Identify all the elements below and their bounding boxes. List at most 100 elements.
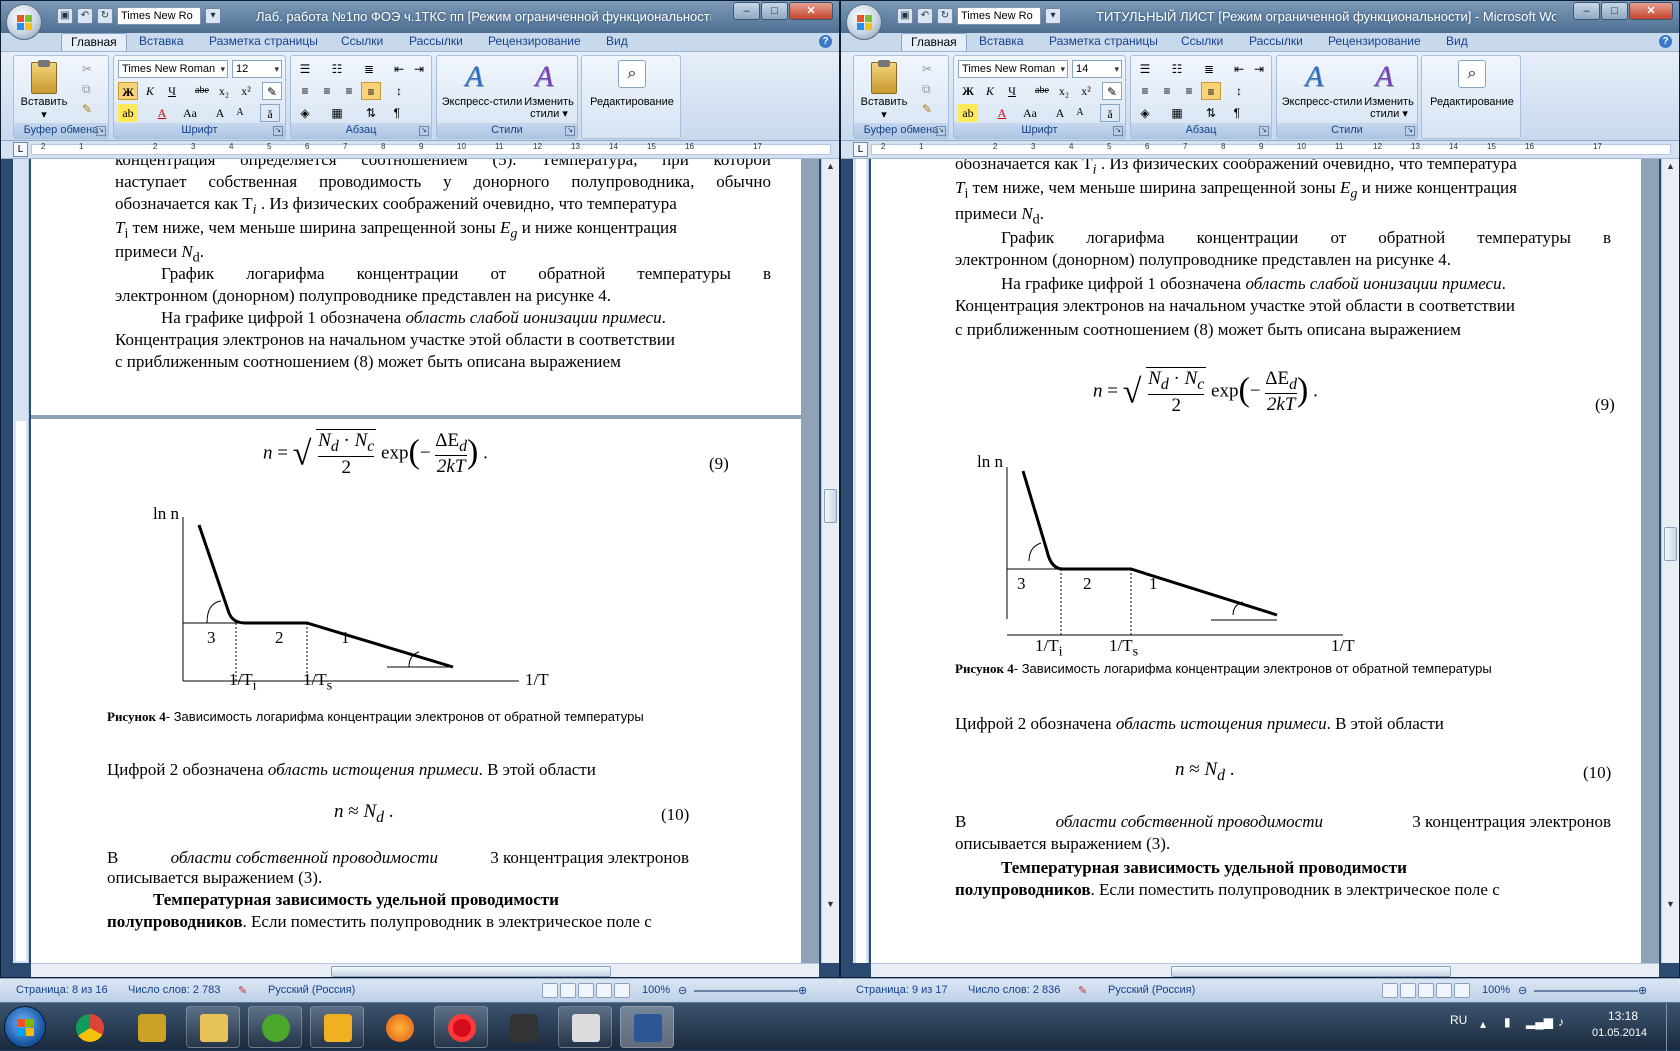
help-icon[interactable]: ? bbox=[819, 35, 832, 48]
taskbar-word[interactable] bbox=[620, 1006, 674, 1048]
bullets-icon[interactable]: ☰ bbox=[295, 60, 315, 78]
superscript-button[interactable]: x² bbox=[236, 82, 256, 100]
tab-home[interactable]: Главная bbox=[901, 33, 967, 53]
draft-icon[interactable] bbox=[1454, 983, 1470, 998]
taskbar-firefox[interactable] bbox=[372, 1006, 426, 1048]
dialog-launcher-icon[interactable]: ↘ bbox=[1405, 126, 1415, 136]
change-case-button[interactable]: Aa bbox=[180, 104, 200, 122]
scroll-thumb[interactable] bbox=[1664, 527, 1677, 561]
maximize-button[interactable]: □ bbox=[1601, 2, 1628, 20]
binoculars-icon[interactable]: ⌕ bbox=[1458, 60, 1486, 88]
status-page[interactable]: Страница: 9 из 17 bbox=[856, 984, 948, 996]
save-icon[interactable]: ▣ bbox=[57, 8, 73, 24]
paste-button[interactable]: Вставить ▾ bbox=[20, 60, 68, 122]
borders-icon[interactable]: ▦ bbox=[1167, 104, 1187, 122]
strikethrough-button[interactable]: abe bbox=[192, 82, 212, 100]
decrease-indent-icon[interactable]: ⇤ bbox=[389, 60, 409, 78]
tab-page-layout[interactable]: Разметка страницы bbox=[1049, 34, 1158, 48]
justify-icon[interactable]: ≡ bbox=[1201, 82, 1221, 100]
redo-icon[interactable]: ↻ bbox=[937, 8, 953, 24]
taskbar-explorer[interactable] bbox=[186, 1006, 240, 1048]
borders-icon[interactable]: ▦ bbox=[327, 104, 347, 122]
format-painter-icon[interactable]: ✎ bbox=[82, 100, 92, 118]
align-right-icon[interactable]: ≡ bbox=[1179, 82, 1199, 100]
underline-button[interactable]: Ч bbox=[1002, 82, 1022, 100]
sort-icon[interactable]: ⇅ bbox=[1201, 104, 1221, 122]
sort-icon[interactable]: ⇅ bbox=[361, 104, 381, 122]
web-layout-icon[interactable] bbox=[578, 983, 594, 998]
align-center-icon[interactable]: ≡ bbox=[317, 82, 337, 100]
dialog-launcher-icon[interactable]: ↘ bbox=[1259, 126, 1269, 136]
office-button-icon[interactable] bbox=[846, 4, 882, 40]
qat-font-combo[interactable]: Times New Ro bbox=[957, 7, 1041, 25]
print-layout-icon[interactable] bbox=[542, 983, 558, 998]
horizontal-ruler[interactable]: L 2 1 2 3 4 5 6 7 8 9 10 11 12 13 14 15 … bbox=[841, 141, 1679, 159]
align-right-icon[interactable]: ≡ bbox=[339, 82, 359, 100]
phonetic-icon[interactable]: ǎ bbox=[1100, 104, 1120, 122]
justify-icon[interactable]: ≡ bbox=[361, 82, 381, 100]
font-name-combo[interactable]: Times New Roman bbox=[118, 60, 228, 78]
increase-indent-icon[interactable]: ⇥ bbox=[1249, 60, 1269, 78]
language-indicator[interactable]: RU bbox=[1450, 1013, 1467, 1027]
zoom-level[interactable]: 100% bbox=[642, 984, 670, 996]
status-language[interactable]: Русский (Россия) bbox=[1108, 984, 1195, 996]
vertical-ruler[interactable] bbox=[13, 159, 29, 963]
horizontal-scrollbar[interactable] bbox=[31, 963, 819, 977]
strikethrough-button[interactable]: abe bbox=[1032, 82, 1052, 100]
redo-icon[interactable]: ↻ bbox=[97, 8, 113, 24]
decrease-indent-icon[interactable]: ⇤ bbox=[1229, 60, 1249, 78]
line-spacing-icon[interactable]: ↕ bbox=[1229, 82, 1249, 100]
format-painter-icon[interactable]: ✎ bbox=[922, 100, 932, 118]
outline-icon[interactable] bbox=[1436, 983, 1452, 998]
document-area[interactable]: обозначается как Ti . Из физических сооб… bbox=[871, 159, 1659, 963]
phonetic-icon[interactable]: ǎ bbox=[260, 104, 280, 122]
taskbar-aimp[interactable] bbox=[310, 1006, 364, 1048]
full-screen-icon[interactable] bbox=[560, 983, 576, 998]
font-size-combo[interactable]: 12 bbox=[232, 60, 282, 78]
hscroll-thumb[interactable] bbox=[331, 966, 611, 977]
line-spacing-icon[interactable]: ↕ bbox=[389, 82, 409, 100]
tab-mailings[interactable]: Рассылки bbox=[1249, 34, 1303, 48]
dialog-launcher-icon[interactable]: ↘ bbox=[565, 126, 575, 136]
paste-button[interactable]: Вставить ▾ bbox=[860, 60, 908, 122]
save-icon[interactable]: ▣ bbox=[897, 8, 913, 24]
title-bar[interactable]: ▣ ↶ ↻ Times New Ro ▾ ТИТУЛЬНЫЙ ЛИСТ [Реж… bbox=[841, 1, 1679, 33]
full-screen-icon[interactable] bbox=[1400, 983, 1416, 998]
express-styles-button[interactable]: Экспресс-стили bbox=[1279, 96, 1365, 108]
multilevel-list-icon[interactable]: ≣ bbox=[1199, 60, 1219, 78]
taskbar-chrome[interactable] bbox=[62, 1006, 116, 1048]
zoom-out-icon[interactable]: ⊖ bbox=[678, 984, 687, 997]
bold-button[interactable]: Ж bbox=[118, 82, 138, 100]
horizontal-ruler[interactable]: L 2 1 2 3 4 5 6 7 8 9 10 11 12 13 14 15 … bbox=[1, 141, 839, 159]
taskbar-emblem[interactable] bbox=[124, 1006, 178, 1048]
express-styles-button[interactable]: Экспресс-стили bbox=[439, 96, 525, 108]
change-styles-button[interactable]: Изменить стили ▾ bbox=[521, 96, 577, 120]
change-styles-icon[interactable]: A bbox=[535, 60, 553, 94]
horizontal-scrollbar[interactable] bbox=[871, 963, 1659, 977]
tab-mailings[interactable]: Рассылки bbox=[409, 34, 463, 48]
undo-icon[interactable]: ↶ bbox=[917, 8, 933, 24]
web-layout-icon[interactable] bbox=[1418, 983, 1434, 998]
office-button-icon[interactable] bbox=[6, 4, 42, 40]
maximize-button[interactable]: □ bbox=[761, 2, 788, 20]
shrink-font-button[interactable]: A bbox=[230, 104, 250, 122]
zoom-slider[interactable] bbox=[694, 990, 798, 992]
font-size-combo[interactable]: 14 bbox=[1072, 60, 1122, 78]
clock-time[interactable]: 13:18 bbox=[1608, 1009, 1638, 1023]
tab-insert[interactable]: Вставка bbox=[139, 34, 184, 48]
outline-icon[interactable] bbox=[596, 983, 612, 998]
taskbar-opera[interactable] bbox=[434, 1006, 488, 1048]
qat-dropdown-icon[interactable]: ▾ bbox=[1045, 8, 1061, 24]
binoculars-icon[interactable]: ⌕ bbox=[618, 60, 646, 88]
font-color-icon[interactable]: A bbox=[992, 104, 1012, 122]
tray-arrow-icon[interactable]: ▴ bbox=[1480, 1017, 1486, 1031]
subscript-button[interactable]: x₂ bbox=[1054, 82, 1074, 100]
highlight-icon[interactable]: ab bbox=[118, 104, 138, 122]
dialog-launcher-icon[interactable]: ↘ bbox=[419, 126, 429, 136]
tab-selector-icon[interactable]: L bbox=[13, 142, 28, 157]
spellcheck-icon[interactable]: ✎ bbox=[1078, 984, 1087, 997]
tab-references[interactable]: Ссылки bbox=[341, 34, 383, 48]
italic-button[interactable]: К bbox=[140, 82, 160, 100]
start-button-icon[interactable] bbox=[4, 1006, 46, 1048]
editing-button[interactable]: Редактирование bbox=[1422, 96, 1522, 108]
